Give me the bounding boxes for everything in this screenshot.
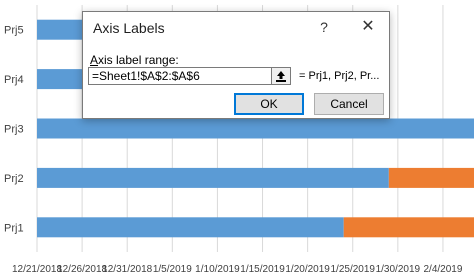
ok-button[interactable]: OK: [234, 93, 304, 115]
x-tick-label: 1/25/2019: [330, 264, 375, 275]
bar-segment: [37, 217, 344, 238]
x-tick-label: 12/26/2018: [57, 264, 107, 275]
dialog-title-bar[interactable]: Axis Labels ? ✕: [83, 12, 389, 42]
dialog-title: Axis Labels: [93, 20, 165, 36]
axis-label-range-label: Axis label range:: [90, 53, 179, 67]
category-label: Prj3: [4, 124, 24, 136]
category-label: Prj2: [4, 173, 24, 185]
mnemonic-letter: A: [90, 53, 99, 67]
axis-labels-dialog: Axis Labels ? ✕ Axis label range: = Prj1…: [82, 11, 390, 119]
bar-segment: [37, 118, 474, 139]
axis-label-range-input[interactable]: [88, 67, 272, 85]
x-tick-label: 1/15/2019: [240, 264, 285, 275]
x-tick-label: 1/30/2019: [376, 264, 421, 275]
category-label: Prj4: [4, 74, 24, 86]
collapse-dialog-button[interactable]: [271, 67, 291, 85]
cancel-button[interactable]: Cancel: [314, 93, 384, 115]
label-rest: xis label range:: [98, 53, 179, 67]
x-tick-label: 1/20/2019: [285, 264, 330, 275]
close-button[interactable]: ✕: [359, 18, 377, 36]
x-tick-label: 1/10/2019: [195, 264, 240, 275]
collapse-dialog-icon: [276, 71, 286, 82]
x-tick-label: 12/31/2018: [102, 264, 152, 275]
help-button[interactable]: ?: [315, 18, 333, 36]
range-preview: = Prj1, Prj2, Pr...: [299, 70, 380, 82]
x-tick-label: 1/5/2019: [153, 264, 192, 275]
bar-segment: [343, 217, 474, 238]
category-label: Prj5: [4, 25, 24, 37]
x-tick-label: 12/21/2018: [12, 264, 62, 275]
x-tick-label: 2/4/2019: [423, 264, 462, 275]
bar-segment: [37, 167, 389, 188]
bar-segment: [388, 167, 474, 188]
category-label: Prj1: [4, 222, 24, 234]
